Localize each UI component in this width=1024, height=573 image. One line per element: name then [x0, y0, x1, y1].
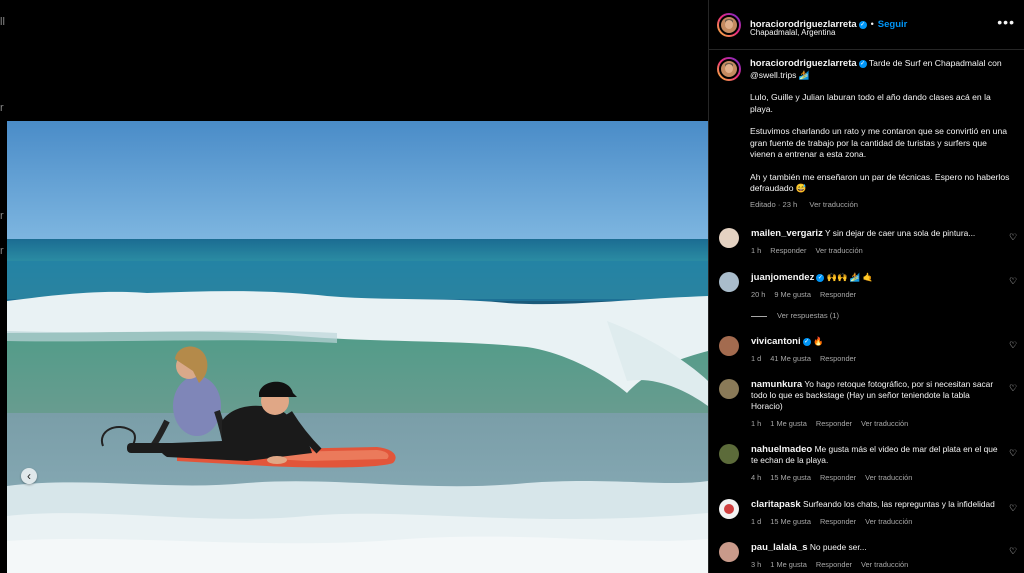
- like-heart-icon[interactable]: ♡: [1009, 546, 1019, 556]
- comment-time: 20 h: [751, 290, 766, 299]
- caption-paragraph: Lulo, Guille y Julian laburan todo el añ…: [750, 92, 991, 114]
- post-caption: horaciorodriguezlarreta ✓ Tarde de Surf e…: [750, 58, 1012, 210]
- commenter-avatar[interactable]: [719, 444, 739, 464]
- author-avatar[interactable]: [717, 13, 741, 37]
- surf-photo-illustration: [7, 121, 708, 573]
- view-replies-label: Ver respuestas (1): [777, 311, 840, 320]
- commenter-username[interactable]: juanjomendez: [751, 272, 814, 283]
- comment-text: No puede ser...: [809, 542, 867, 552]
- like-heart-icon[interactable]: ♡: [1009, 383, 1019, 393]
- like-count[interactable]: 1 Me gusta: [770, 560, 807, 569]
- like-heart-icon[interactable]: ♡: [1009, 448, 1019, 458]
- more-options-icon[interactable]: •••: [997, 14, 1015, 30]
- commenter-username[interactable]: mailen_vergariz: [751, 228, 823, 239]
- commenter-username[interactable]: namunkura: [751, 379, 802, 390]
- commenter-username[interactable]: claritapask: [751, 499, 801, 510]
- translate-link[interactable]: Ver traducción: [815, 246, 862, 255]
- verified-badge-icon: ✓: [858, 60, 867, 68]
- commenter-avatar[interactable]: [719, 379, 739, 399]
- comment-text: Surfeando los chats, las repreguntas y l…: [802, 499, 995, 509]
- translate-link[interactable]: Ver traducción: [865, 473, 912, 482]
- commenter-avatar[interactable]: [719, 336, 739, 356]
- follow-button[interactable]: Seguir: [878, 19, 908, 30]
- view-replies-button[interactable]: Ver respuestas (1): [751, 311, 951, 320]
- like-count[interactable]: 41 Me gusta: [770, 354, 811, 363]
- caption-author-avatar[interactable]: [717, 57, 741, 81]
- commenter-avatar[interactable]: [719, 228, 739, 248]
- background-text: r: [0, 210, 4, 222]
- comment-time: 1 h: [751, 419, 762, 428]
- reply-button[interactable]: Responder: [816, 419, 852, 428]
- comment-time: 1 d: [751, 517, 762, 526]
- like-count[interactable]: 15 Me gusta: [770, 517, 811, 526]
- replies-divider: [751, 315, 767, 317]
- reply-button[interactable]: Responder: [820, 354, 856, 363]
- caption-paragraph: Ah y también me enseñaron un par de técn…: [750, 171, 1010, 194]
- reply-button[interactable]: Responder: [820, 473, 856, 482]
- reply-button[interactable]: Responder: [820, 517, 856, 526]
- post-details-panel: horaciorodriguezlarreta ✓ • Seguir Chapadma…: [708, 0, 1024, 573]
- post-header: horaciorodriguezlarreta ✓ • Seguir Chapadma…: [709, 0, 1024, 50]
- like-heart-icon[interactable]: ♡: [1009, 340, 1019, 350]
- comment-text: 🔥: [812, 336, 824, 346]
- verified-badge-icon: ✓: [858, 21, 867, 29]
- commenter-avatar[interactable]: [719, 542, 739, 562]
- comment-text: Y sin dejar de caer una sola de pintura.…: [825, 228, 976, 238]
- like-count[interactable]: 9 Me gusta: [774, 290, 811, 299]
- edited-time: Editado · 23 h: [750, 199, 798, 209]
- translate-link[interactable]: Ver traducción: [861, 560, 908, 569]
- background-text: r: [0, 102, 4, 114]
- like-count[interactable]: 15 Me gusta: [770, 473, 811, 482]
- background-text: r: [0, 245, 4, 257]
- translate-link[interactable]: Ver traducción: [861, 419, 908, 428]
- translate-link[interactable]: Ver traducción: [865, 517, 912, 526]
- commenter-username[interactable]: pau_lalala_s: [751, 542, 808, 553]
- post-photo[interactable]: ‹: [7, 121, 708, 573]
- comment-text: 🙌🙌 🏄 🤙: [826, 272, 874, 282]
- location-link[interactable]: Chapadmalal, Argentina: [750, 28, 835, 37]
- separator-dot: •: [870, 19, 874, 29]
- reply-button[interactable]: Responder: [816, 560, 852, 569]
- verified-badge-icon: ✓: [802, 338, 811, 346]
- background-text: ll: [0, 16, 5, 28]
- comment-time: 1 d: [751, 354, 762, 363]
- previous-photo-button[interactable]: ‹: [21, 468, 37, 484]
- comment-time: 3 h: [751, 560, 762, 569]
- like-heart-icon[interactable]: ♡: [1009, 503, 1019, 513]
- commenter-username[interactable]: nahuelmadeo: [751, 444, 812, 455]
- like-count[interactable]: 1 Me gusta: [770, 419, 807, 428]
- comment-time: 1 h: [751, 246, 762, 255]
- comment-time: 4 h: [751, 473, 762, 482]
- like-heart-icon[interactable]: ♡: [1009, 232, 1019, 242]
- caption-paragraph: Estuvimos charlando un rato y me contaro…: [750, 126, 1008, 159]
- translate-link[interactable]: Ver traducción: [809, 200, 858, 209]
- like-heart-icon[interactable]: ♡: [1009, 276, 1019, 286]
- reply-button[interactable]: Responder: [820, 290, 856, 299]
- reply-button[interactable]: Responder: [770, 246, 806, 255]
- verified-badge-icon: ✓: [816, 274, 825, 282]
- caption-username[interactable]: horaciorodriguezlarreta: [750, 58, 857, 69]
- commenter-avatar[interactable]: [719, 272, 739, 292]
- caption-meta: Editado · 23 h Ver traducción: [750, 199, 1012, 211]
- commenter-username[interactable]: vivicantoni: [751, 336, 801, 347]
- commenter-avatar[interactable]: [719, 499, 739, 519]
